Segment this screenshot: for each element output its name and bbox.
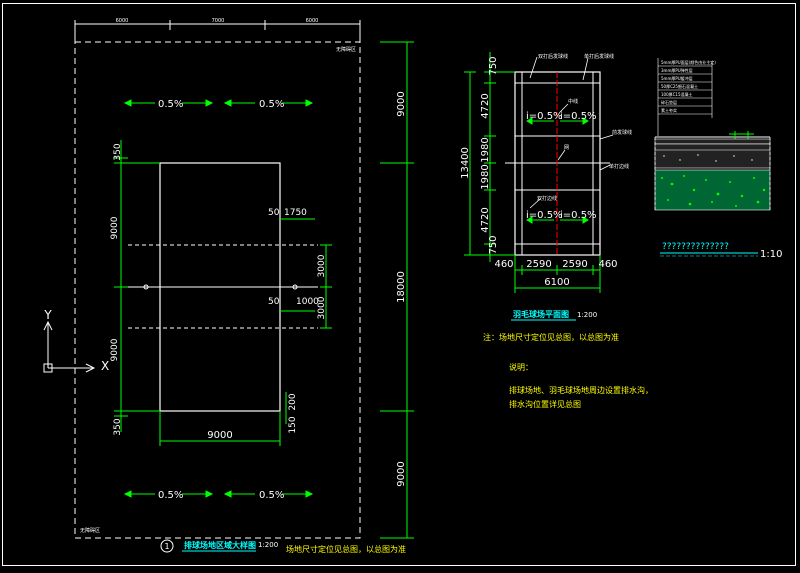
badminton-slope-lower-left: i=0.5%	[526, 210, 563, 221]
outer-dim-top: 9000	[396, 91, 407, 116]
corner-note-top: 无障碍区	[336, 46, 356, 53]
badminton-title: 羽毛球场平面图	[513, 309, 569, 319]
outer-dim-mid: 18000	[396, 271, 407, 303]
label-singles-sideline: 单打边线	[609, 163, 629, 170]
right-dim-1750: 1750	[284, 208, 307, 218]
badminton-dim-4720-bottom: 4720	[480, 207, 491, 232]
layer-label-5: 100厚C15混凝土	[661, 91, 693, 97]
right-dim-1000: 1000	[296, 297, 319, 307]
badminton-dim-750-top: 750	[488, 56, 499, 75]
right-dim-200: 200	[288, 393, 298, 410]
corner-note-bottom: 无障碍区	[80, 527, 100, 534]
right-dim-50-top: 50	[268, 208, 280, 218]
label-doubles-sideline: 双打边线	[537, 195, 557, 202]
badminton-dim-2590-left: 2590	[526, 259, 551, 270]
left-dim-top: 350	[113, 143, 123, 160]
badminton-dim-1980-top: 1980	[480, 137, 491, 162]
right-dim-150: 150	[288, 416, 298, 433]
court-width-label: 9000	[207, 430, 232, 441]
layer-label-1: 5mm厚PU面层(颜色由业主定)	[661, 59, 716, 65]
badminton-dim-750-bottom: 750	[488, 235, 499, 254]
concrete-layer	[654, 143, 771, 169]
badminton-dim-1980-bottom: 1980	[480, 164, 491, 189]
layer-label-2: 3mm厚PU弹性层	[661, 67, 693, 73]
badminton-dim-460-right: 460	[598, 259, 617, 270]
top-dim-2: 7000	[212, 18, 225, 24]
label-singles-back-service: 单打后发球线	[584, 53, 614, 60]
remarks-heading: 说明：	[509, 362, 533, 372]
section-title: ??????????????	[662, 242, 729, 252]
label-center-line: 中线	[568, 98, 578, 105]
badminton-total-width: 6100	[544, 277, 569, 288]
label-net: 网	[564, 145, 569, 151]
court-plan-title: 排球场地区域大样图	[184, 540, 256, 550]
gravel-layer	[654, 169, 771, 211]
badminton-slope-upper-left: i=0.5%	[526, 111, 563, 122]
court-plan-note: 场地尺寸定位见总图，以总图为准	[286, 544, 406, 554]
ucs-x-label: X	[101, 359, 109, 373]
slope-top-right: 0.5%	[259, 99, 284, 110]
remarks-line-1: 排球场地、羽毛球场地周边设置排水沟，	[509, 385, 653, 395]
badminton-slope-upper-right: i=0.5%	[560, 111, 597, 122]
label-front-service: 前发球线	[612, 129, 632, 136]
left-dim-upper: 9000	[110, 216, 120, 239]
slope-top-left: 0.5%	[158, 99, 183, 110]
layer-label-4: 50厚C25细石混凝土	[661, 83, 698, 89]
badminton-dim-2590-right: 2590	[562, 259, 587, 270]
right-dim-3000-b: 3000	[317, 296, 327, 319]
badminton-slope-lower-right: i=0.5%	[560, 210, 597, 221]
badminton-dim-460-left: 460	[494, 259, 513, 270]
remarks-line-2: 排水沟位置详见总图	[509, 399, 581, 409]
badminton-scale: 1:200	[577, 311, 597, 319]
slope-bottom-right: 0.5%	[259, 490, 284, 501]
left-dim-bottom: 350	[113, 418, 123, 435]
left-dim-lower: 9000	[110, 338, 120, 361]
top-dim-1: 6000	[116, 18, 129, 24]
badminton-total-length: 13400	[460, 147, 471, 179]
top-dim-3: 6000	[306, 18, 319, 24]
slope-bottom-left: 0.5%	[158, 490, 183, 501]
layer-label-7: 素土夯实	[661, 107, 677, 113]
cad-drawing-canvas: 6000 7000 6000 无障碍区 无障碍区 0.5% 0.5% 0.5% …	[0, 0, 800, 573]
layer-label-6: 碎石垫层	[661, 99, 677, 105]
outer-dim-bottom: 9000	[396, 461, 407, 486]
layer-label-3: 5mm厚PU缓冲层	[661, 75, 693, 81]
ucs-y-label: Y	[43, 308, 52, 322]
right-dim-50-mid: 50	[268, 297, 280, 307]
court-plan-scale: 1:200	[258, 541, 278, 549]
right-dim-3000-a: 3000	[317, 254, 327, 277]
badminton-dim-4720-top: 4720	[480, 93, 491, 118]
section-scale: 1:10	[760, 249, 782, 260]
label-doubles-back-service: 双打后发球线	[538, 53, 568, 60]
badminton-note: 注：场地尺寸定位见总图，以总图为准	[483, 332, 619, 342]
pu-layers	[654, 138, 771, 145]
title-number: 1	[164, 542, 169, 551]
